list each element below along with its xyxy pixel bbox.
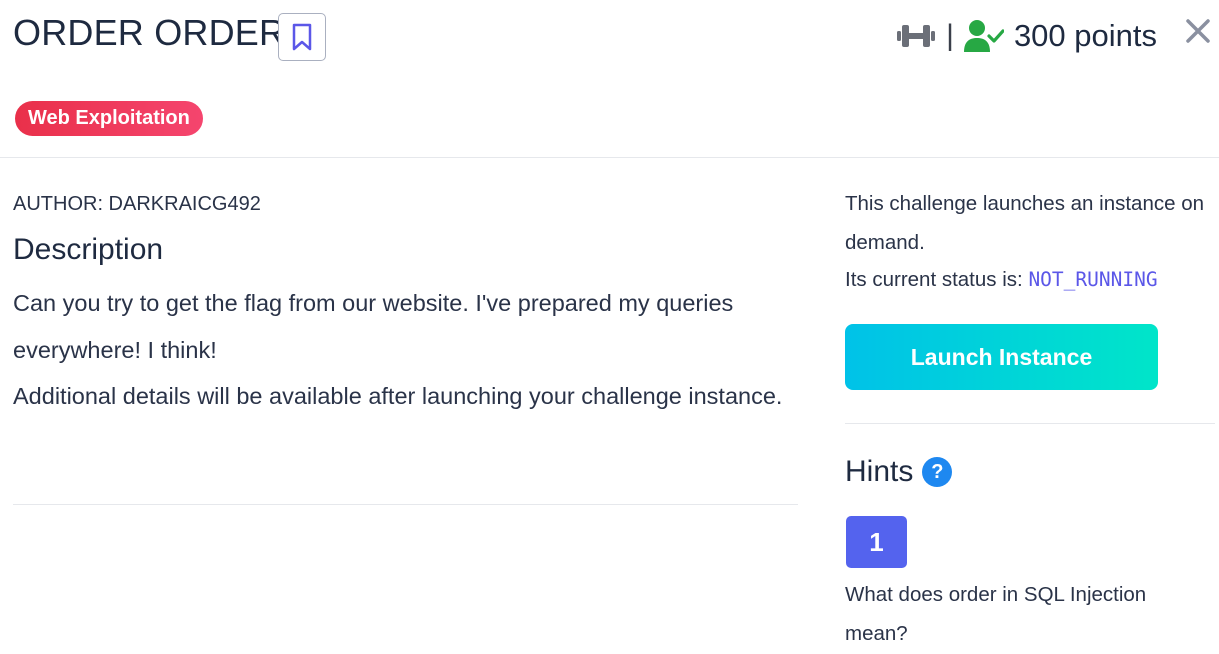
status-value: NOT_RUNNING [1028, 268, 1158, 291]
dumbbell-icon [897, 25, 936, 47]
challenge-header: ORDER ORDER | 300 points Web Exploitatio… [0, 0, 1219, 158]
hints-heading: Hints ? [845, 452, 953, 492]
description-heading: Description [13, 233, 164, 266]
close-icon [1186, 19, 1210, 43]
instance-panel: This challenge launches an instance on d… [845, 184, 1215, 645]
description-body: Can you try to get the flag from our web… [13, 280, 798, 420]
status-prefix: Its current status is: [845, 268, 1023, 291]
description-divider [13, 504, 798, 505]
description-paragraph: Additional details will be available aft… [13, 383, 783, 409]
points-label: 300 points [1013, 18, 1157, 53]
instance-status: Its current status is: NOT_RUNNING [845, 266, 1215, 294]
bookmark-button[interactable] [278, 13, 326, 61]
instance-divider [845, 423, 1215, 424]
description-paragraph: Can you try to get the flag from our web… [13, 290, 734, 363]
bookmark-icon [292, 23, 312, 51]
meta-separator: | [946, 19, 954, 52]
launch-instance-button[interactable]: Launch Instance [845, 324, 1158, 390]
author-label: AUTHOR: DARKRAICG492 [13, 193, 261, 215]
hint-button-1[interactable]: 1 [846, 516, 907, 568]
instance-info: This challenge launches an instance on d… [845, 192, 1204, 254]
help-icon[interactable]: ? [922, 457, 953, 487]
hints-title: Hints [845, 455, 914, 488]
category-tag: Web Exploitation [15, 101, 203, 136]
close-button[interactable] [1183, 16, 1213, 46]
challenge-title: ORDER ORDER [13, 12, 286, 53]
user-check-icon [963, 20, 1004, 52]
description-panel: AUTHOR: DARKRAICG492 Description Can you… [13, 190, 798, 420]
hint-text: What does order in SQL Injection mean? [845, 583, 1147, 645]
challenge-meta: | 300 points [896, 16, 1157, 56]
